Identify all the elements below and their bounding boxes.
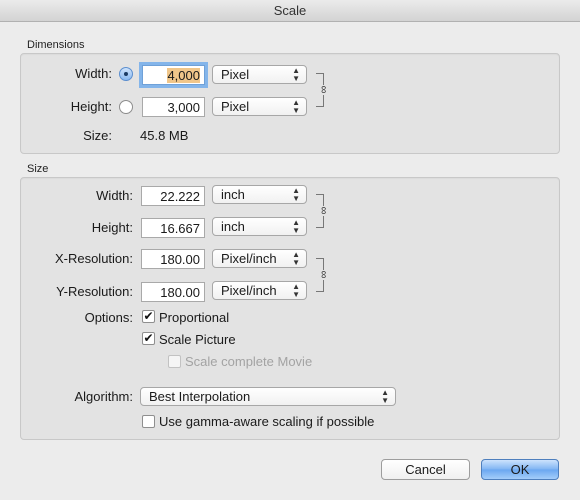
scale-picture-label[interactable]: Scale Picture: [159, 332, 236, 347]
scale-picture-checkbox[interactable]: ✔: [142, 332, 155, 345]
size-width-field[interactable]: 22.222: [141, 186, 205, 206]
xres-field[interactable]: 180.00: [141, 249, 205, 269]
size-width-unit-popup[interactable]: inch ▲ ▼: [212, 185, 307, 204]
yres-label: Y-Resolution:: [56, 284, 133, 299]
dim-width-label: Width:: [75, 66, 112, 81]
size-section-label: Size: [27, 163, 49, 175]
yres-field[interactable]: 180.00: [141, 282, 205, 302]
scale-movie-label[interactable]: Scale complete Movie: [185, 354, 312, 369]
up-down-arrows-icon: ▲ ▼: [292, 65, 300, 83]
dim-height-field[interactable]: 3,000: [142, 97, 205, 117]
dim-height-unit-popup[interactable]: Pixel ▲ ▼: [212, 97, 307, 116]
size-height-unit: inch: [221, 219, 245, 234]
cancel-button[interactable]: Cancel: [381, 459, 470, 480]
proportional-label[interactable]: Proportional: [159, 310, 229, 325]
size-height-label: Height:: [91, 220, 133, 235]
gamma-checkbox[interactable]: [142, 415, 155, 428]
up-down-arrows-icon: ▲ ▼: [381, 387, 389, 405]
dim-width-radio[interactable]: [119, 67, 133, 81]
algorithm-label: Algorithm:: [74, 389, 133, 404]
up-down-arrows-icon: ▲ ▼: [292, 185, 300, 203]
up-down-arrows-icon: ▲ ▼: [292, 217, 300, 235]
xres-value: 180.00: [160, 252, 200, 267]
dim-height-unit: Pixel: [221, 99, 250, 114]
yres-unit: Pixel/inch: [221, 283, 277, 298]
window-title: Scale: [273, 3, 307, 18]
gamma-label[interactable]: Use gamma-aware scaling if possible: [159, 414, 374, 429]
dim-height-radio[interactable]: [119, 100, 133, 114]
chain-link-icon: ∞: [317, 206, 330, 215]
dimensions-section-label: Dimensions: [27, 39, 85, 51]
dim-width-value: 4,000: [167, 68, 200, 83]
dim-width-unit: Pixel: [221, 67, 250, 82]
scale-movie-checkbox[interactable]: [168, 355, 181, 368]
size-width-unit: inch: [221, 187, 245, 202]
chain-link-icon: ∞: [317, 85, 330, 94]
size-height-unit-popup[interactable]: inch ▲ ▼: [212, 217, 307, 236]
up-down-arrows-icon: ▲ ▼: [292, 97, 300, 115]
proportional-checkbox[interactable]: ✔: [142, 310, 155, 323]
ok-button[interactable]: OK: [481, 459, 559, 480]
dim-size-label: Size:: [83, 128, 112, 143]
size-chain-link-icon[interactable]: ∞: [316, 194, 330, 228]
dim-height-value: 3,000: [167, 100, 200, 115]
size-width-value: 22.222: [160, 189, 200, 204]
options-label: Options:: [84, 310, 133, 325]
dim-chain-link-icon[interactable]: ∞: [316, 73, 330, 107]
dim-width-field[interactable]: 4,000: [142, 65, 205, 85]
xres-label: X-Resolution:: [54, 251, 133, 266]
algorithm-value: Best Interpolation: [149, 389, 251, 404]
dim-height-label: Height:: [70, 99, 112, 114]
yres-unit-popup[interactable]: Pixel/inch ▲ ▼: [212, 281, 307, 300]
size-width-label: Width:: [96, 188, 133, 203]
up-down-arrows-icon: ▲ ▼: [292, 281, 300, 299]
chain-link-icon: ∞: [317, 270, 330, 279]
dim-size-value: 45.8 MB: [140, 128, 189, 143]
size-height-field[interactable]: 16.667: [141, 218, 205, 238]
algorithm-popup[interactable]: Best Interpolation ▲ ▼: [140, 387, 396, 406]
xres-unit: Pixel/inch: [221, 251, 277, 266]
yres-value: 180.00: [160, 285, 200, 300]
xres-unit-popup[interactable]: Pixel/inch ▲ ▼: [212, 249, 307, 268]
up-down-arrows-icon: ▲ ▼: [292, 249, 300, 267]
res-chain-link-icon[interactable]: ∞: [316, 258, 330, 292]
size-height-value: 16.667: [160, 221, 200, 236]
dim-width-unit-popup[interactable]: Pixel ▲ ▼: [212, 65, 307, 84]
window-title-bar: Scale: [0, 0, 580, 22]
